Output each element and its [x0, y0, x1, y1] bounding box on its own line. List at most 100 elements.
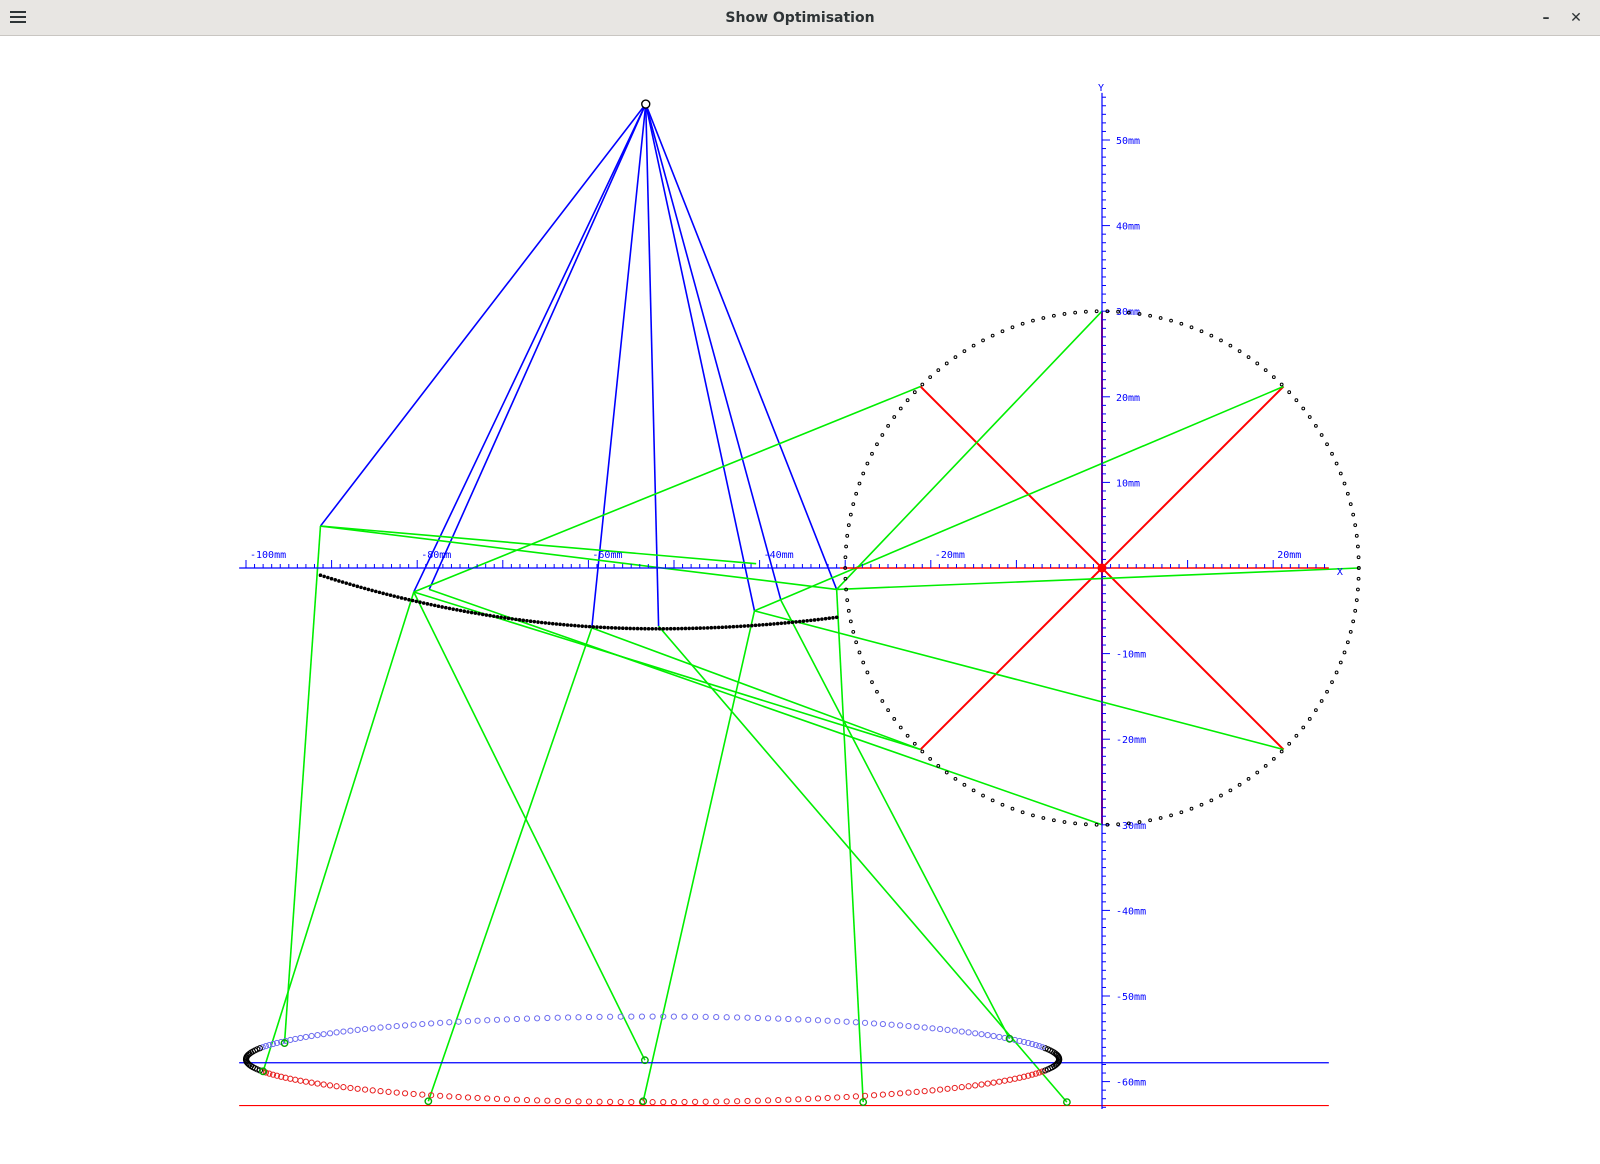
circle-point: [846, 608, 851, 613]
ellipse-point: [503, 1016, 510, 1023]
circle-point: [1169, 813, 1173, 818]
green-ray: [413, 385, 921, 593]
ellipse-point: [649, 1013, 656, 1020]
circle-point: [1342, 481, 1347, 486]
circle-point: [1031, 318, 1035, 323]
circle-point: [962, 782, 967, 787]
window-title: Show Optimisation: [725, 10, 875, 26]
mirror-point: [407, 597, 411, 602]
mirror-point: [698, 626, 703, 630]
ellipse-point: [897, 1090, 904, 1097]
ellipse-point: [888, 1090, 895, 1098]
ellipse-point: [419, 1020, 426, 1028]
circle-point: [1000, 329, 1005, 334]
circle-point: [857, 650, 862, 655]
ellipse-point: [369, 1087, 376, 1094]
ellipse-point: [754, 1014, 761, 1022]
mirror-point: [414, 599, 419, 604]
circle-point: [1094, 309, 1099, 314]
circle-point: [1330, 680, 1334, 685]
mirror-point: [340, 580, 345, 584]
y-tick-label: -50mm: [1116, 992, 1146, 1003]
mirror-point: [661, 626, 666, 631]
x-tick-label: -40mm: [764, 550, 794, 561]
mirror-point: [584, 624, 588, 629]
circle-point: [886, 423, 891, 428]
ellipse-point: [320, 1031, 327, 1038]
close-icon[interactable]: ✕: [1566, 8, 1586, 28]
ellipse-point: [361, 1086, 369, 1093]
ellipse-point: [870, 1092, 878, 1099]
mirror-point: [816, 617, 821, 622]
mirror-point: [609, 626, 614, 630]
ellipse-point: [897, 1022, 904, 1029]
ellipse-point: [870, 1020, 878, 1027]
mirror-point: [735, 624, 739, 629]
circle-point: [981, 338, 985, 343]
mirror-point: [716, 625, 721, 630]
mirror-point: [510, 617, 514, 621]
mirror-point: [665, 626, 669, 631]
circle-point: [1199, 802, 1204, 807]
ellipse-point: [493, 1016, 501, 1023]
ellipse-point: [393, 1089, 400, 1096]
ellipse-point: [795, 1096, 802, 1103]
circle-point: [1313, 708, 1318, 713]
ellipse-point: [575, 1014, 582, 1021]
mirror-point: [831, 615, 835, 620]
mirror-point: [466, 610, 470, 614]
circle-point: [928, 375, 933, 380]
circle-point: [971, 343, 976, 348]
ellipse-point: [913, 1088, 920, 1095]
circle-point: [1219, 338, 1223, 343]
circle-point: [1338, 471, 1343, 476]
ellipse-point: [805, 1016, 812, 1023]
circle-point: [848, 512, 853, 517]
circle-point: [880, 699, 885, 703]
mirror-point: [772, 622, 776, 626]
mirror-point: [602, 625, 607, 630]
y-tick-label: -60mm: [1116, 1078, 1146, 1089]
ellipse-point: [377, 1024, 384, 1031]
ellipse-point: [628, 1098, 635, 1106]
circle-point: [920, 382, 925, 387]
circle-point: [886, 708, 891, 713]
ellipse-point: [513, 1015, 520, 1023]
ellipse-point: [596, 1098, 603, 1105]
ellipse-point: [843, 1018, 850, 1025]
mirror-point: [436, 604, 441, 609]
circle-point: [944, 770, 949, 775]
mirror-point: [418, 600, 422, 605]
ellipse-point: [340, 1028, 347, 1035]
circle-point: [857, 481, 862, 486]
ellipse-point: [990, 1079, 997, 1086]
ellipse-point: [297, 1077, 304, 1084]
ellipse-point: [921, 1088, 928, 1095]
circle-point: [1287, 741, 1292, 746]
circle-point: [1219, 793, 1223, 798]
mirror-point: [727, 625, 732, 629]
circle-point: [1263, 763, 1268, 768]
ellipse-point: [805, 1095, 812, 1102]
ellipse-point: [554, 1097, 561, 1105]
circle-point: [1051, 313, 1056, 318]
ellipse-point: [958, 1028, 965, 1035]
mirror-point: [348, 582, 352, 587]
minimize-icon[interactable]: –: [1536, 8, 1556, 28]
mirror-point: [536, 620, 540, 624]
circle-point: [1062, 820, 1067, 824]
ellipse-point: [564, 1014, 572, 1021]
mirror-point: [779, 621, 784, 626]
ellipse-point: [681, 1098, 688, 1106]
mirror-point: [643, 626, 647, 631]
circle-point: [851, 502, 856, 507]
mirror-point: [646, 626, 651, 631]
ellipse-point: [340, 1084, 347, 1091]
circle-point: [1348, 502, 1353, 507]
circle-point: [1041, 816, 1046, 820]
ellipse-point: [984, 1032, 991, 1039]
circle-point: [892, 717, 897, 721]
mirror-point: [750, 623, 754, 628]
mirror-point: [834, 615, 839, 620]
mirror-point: [569, 623, 573, 628]
